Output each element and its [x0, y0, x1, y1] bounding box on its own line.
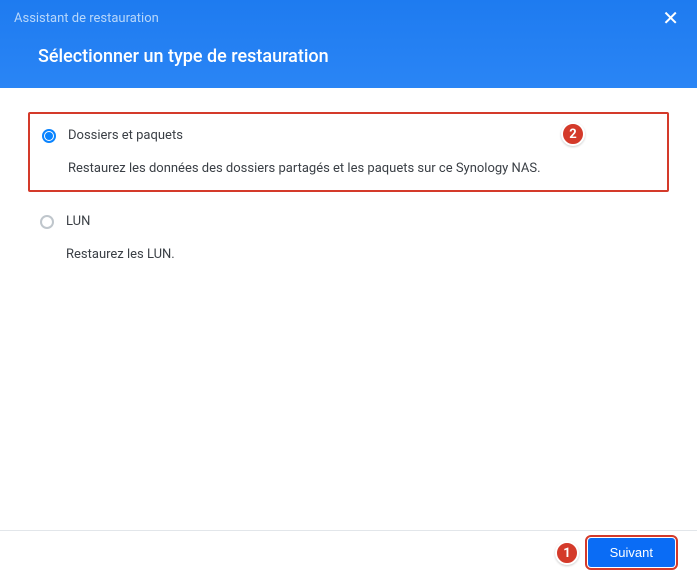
annotation-badge-1: 1	[555, 541, 579, 565]
option-row: LUN	[40, 214, 655, 229]
option-label: Dossiers et paquets	[68, 128, 183, 143]
radio-icon[interactable]	[40, 215, 54, 229]
option-description: Restaurez les données des dossiers parta…	[68, 161, 653, 176]
wizard-title: Assistant de restauration	[14, 11, 159, 26]
option-lun[interactable]: LUN Restaurez les LUN.	[28, 200, 669, 276]
wizard-footer: Suivant	[0, 530, 697, 574]
next-button[interactable]: Suivant	[588, 538, 675, 567]
option-description: Restaurez les LUN.	[66, 247, 655, 262]
annotation-badge-2: 2	[561, 122, 585, 146]
step-title: Sélectionner un type de restauration	[0, 32, 697, 67]
content-area: Dossiers et paquets Restaurez les donnée…	[0, 88, 697, 530]
header-top-row: Assistant de restauration ✕	[0, 0, 697, 32]
wizard-header: Assistant de restauration ✕ Sélectionner…	[0, 0, 697, 88]
close-icon[interactable]: ✕	[658, 8, 683, 28]
option-label: LUN	[66, 214, 90, 229]
radio-icon[interactable]	[42, 129, 56, 143]
